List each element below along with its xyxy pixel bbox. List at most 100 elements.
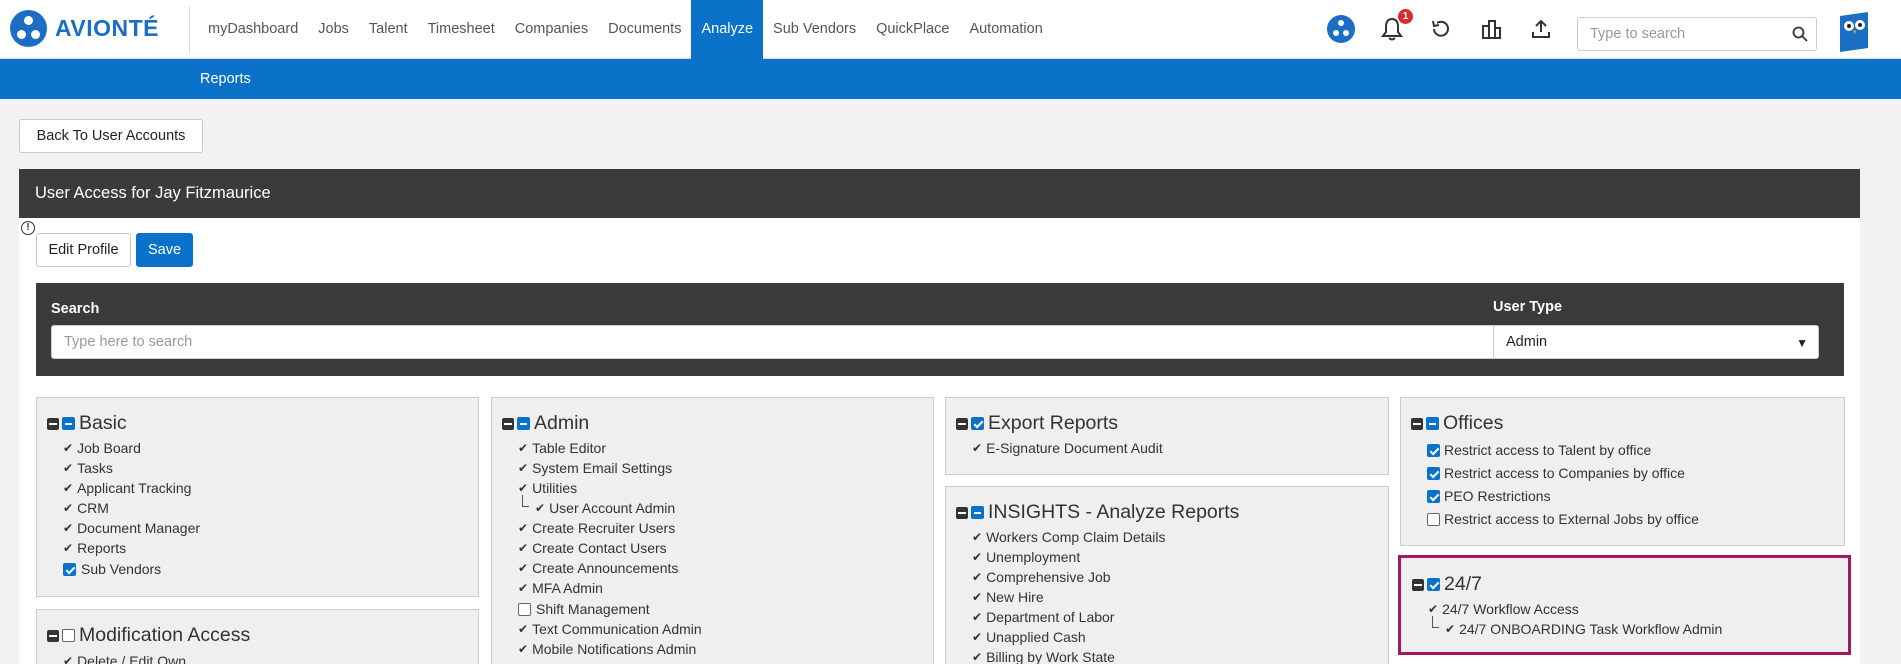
subnav-reports[interactable]: Reports [200,59,251,99]
owl-assistant-icon[interactable] [1838,12,1870,52]
check-icon: ✔ [518,561,529,575]
collapse-admin-icon[interactable] [502,417,514,430]
check-icon: ✔ [63,654,74,664]
check-icon: ✔ [972,441,983,455]
global-search[interactable] [1577,17,1817,51]
nav-automation[interactable]: Automation [959,0,1052,59]
logo-mark-icon [10,10,47,47]
twentyfourseven-section: 24/7 ✔ 24/7 Workflow Access ✔ 24/7 ONBOARD… [1398,555,1851,655]
avionte-logo[interactable]: AVIONTÉ [10,10,159,47]
insights-section: INSIGHTS - Analyze Reports ✔ Workers Comp… [945,486,1389,664]
list-item: ✔ Utilities [518,480,578,496]
list-item: ✔ Billing by Work State [972,649,1115,664]
history-icon[interactable] [1426,14,1456,44]
list-item: ✔ System Email Settings [518,460,673,476]
app-switcher-icon[interactable] [1326,14,1356,44]
collapse-basic-icon[interactable] [47,417,59,430]
nav-sub-vendors[interactable]: Sub Vendors [763,0,866,59]
basic-title: Basic [79,412,127,434]
collapse-twentyfourseven-icon[interactable] [1412,578,1424,591]
twentyfourseven-checkbox[interactable] [1427,578,1440,591]
collapse-insights-icon[interactable] [956,506,968,519]
list-item: ✔ Workers Comp Claim Details [972,529,1166,545]
list-item: ✔ Text Communication Admin [518,621,702,637]
panel-title: User Access for Jay Fitzmaurice [19,169,1860,218]
basic-checkbox[interactable] [62,417,75,430]
edit-profile-button[interactable]: Edit Profile [36,233,131,267]
check-icon: ✔ [518,581,529,595]
modification-access-title: Modification Access [79,624,251,646]
nav-documents[interactable]: Documents [598,0,691,59]
offices-option[interactable]: Restrict access to Talent by office [1427,442,1651,458]
main-nav: myDashboard Jobs Talent Timesheet Compan… [198,0,1053,59]
offices-option[interactable]: Restrict access to External Jobs by offi… [1427,511,1699,527]
list-item: ✔ 24/7 ONBOARDING Task Workflow Admin [1445,621,1723,637]
office-companies-checkbox[interactable] [1427,466,1440,480]
offices-option[interactable]: PEO Restrictions [1427,488,1551,504]
collapse-modification-icon[interactable] [47,629,59,642]
search-label: Search [51,301,100,317]
offices-section: Offices Restrict access to Talent by off… [1400,397,1845,546]
nav-jobs[interactable]: Jobs [308,0,359,59]
check-icon: ✔ [972,630,983,644]
permission-search-input[interactable] [51,325,1510,359]
check-icon: ✔ [518,521,529,535]
user-type-select[interactable]: Admin ▼ [1493,325,1819,359]
upload-icon[interactable] [1526,14,1556,44]
modification-access-checkbox[interactable] [62,629,75,642]
office-talent-checkbox[interactable] [1427,443,1440,457]
list-item: ✔ User Account Admin [535,500,676,516]
check-icon: ✔ [63,461,74,475]
list-item: ✔ MFA Admin [518,580,603,596]
nav-analyze[interactable]: Analyze [691,0,764,59]
check-icon: ✔ [63,521,74,535]
shift-management-option[interactable]: Shift Management [518,601,650,617]
export-reports-section: Export Reports ✔ E-Signature Document Aud… [945,397,1389,475]
list-item: ✔ Document Manager [63,520,201,536]
admin-checkbox[interactable] [517,417,530,430]
nav-mydashboard[interactable]: myDashboard [198,0,308,59]
search-icon[interactable] [1792,26,1808,45]
sub-vendors-checkbox[interactable] [63,562,76,576]
nav-companies[interactable]: Companies [505,0,598,59]
collapse-offices-icon[interactable] [1411,417,1423,430]
list-item: ✔ Create Announcements [518,560,679,576]
export-reports-title: Export Reports [988,412,1119,434]
back-to-user-accounts-button[interactable]: Back To User Accounts [19,119,203,153]
nav-quickplace[interactable]: QuickPlace [866,0,959,59]
admin-title: Admin [534,412,590,434]
sub-vendors-option[interactable]: Sub Vendors [63,561,161,577]
check-icon: ✔ [535,501,546,515]
check-icon: ✔ [518,461,529,475]
shift-management-checkbox[interactable] [518,602,531,616]
modification-access-section: Modification Access ✔ Delete / Edit Own [36,609,479,664]
global-search-input[interactable] [1578,18,1778,50]
insights-checkbox[interactable] [971,506,984,519]
filter-bar: Search User Type Admin ▼ [36,283,1844,376]
insights-title: INSIGHTS - Analyze Reports [988,501,1240,523]
nav-timesheet[interactable]: Timesheet [418,0,505,59]
list-item: ✔ CRM [63,500,109,516]
list-item: ✔ Delete / Edit Own [63,653,186,664]
list-item: ✔ Applicant Tracking [63,480,192,496]
check-icon: ✔ [63,441,74,455]
buildings-icon[interactable] [1476,14,1506,44]
check-icon: ✔ [63,481,74,495]
offices-checkbox[interactable] [1426,417,1439,430]
nav-divider [189,6,190,54]
office-external-jobs-checkbox[interactable] [1427,512,1440,526]
save-button[interactable]: Save [136,233,193,267]
export-reports-checkbox[interactable] [971,417,984,430]
check-icon: ✔ [63,541,74,555]
check-icon: ✔ [972,550,983,564]
check-icon: ✔ [518,481,529,495]
collapse-export-reports-icon[interactable] [956,417,968,430]
offices-option[interactable]: Restrict access to Companies by office [1427,465,1685,481]
list-item: ✔ Unapplied Cash [972,629,1086,645]
check-icon: ✔ [972,570,983,584]
user-type-value: Admin [1506,334,1548,350]
nav-talent[interactable]: Talent [359,0,418,59]
peo-restrictions-checkbox[interactable] [1427,489,1440,503]
list-item: ✔ 24/7 Workflow Access [1428,601,1579,617]
sub-navbar: Reports [0,59,1901,99]
